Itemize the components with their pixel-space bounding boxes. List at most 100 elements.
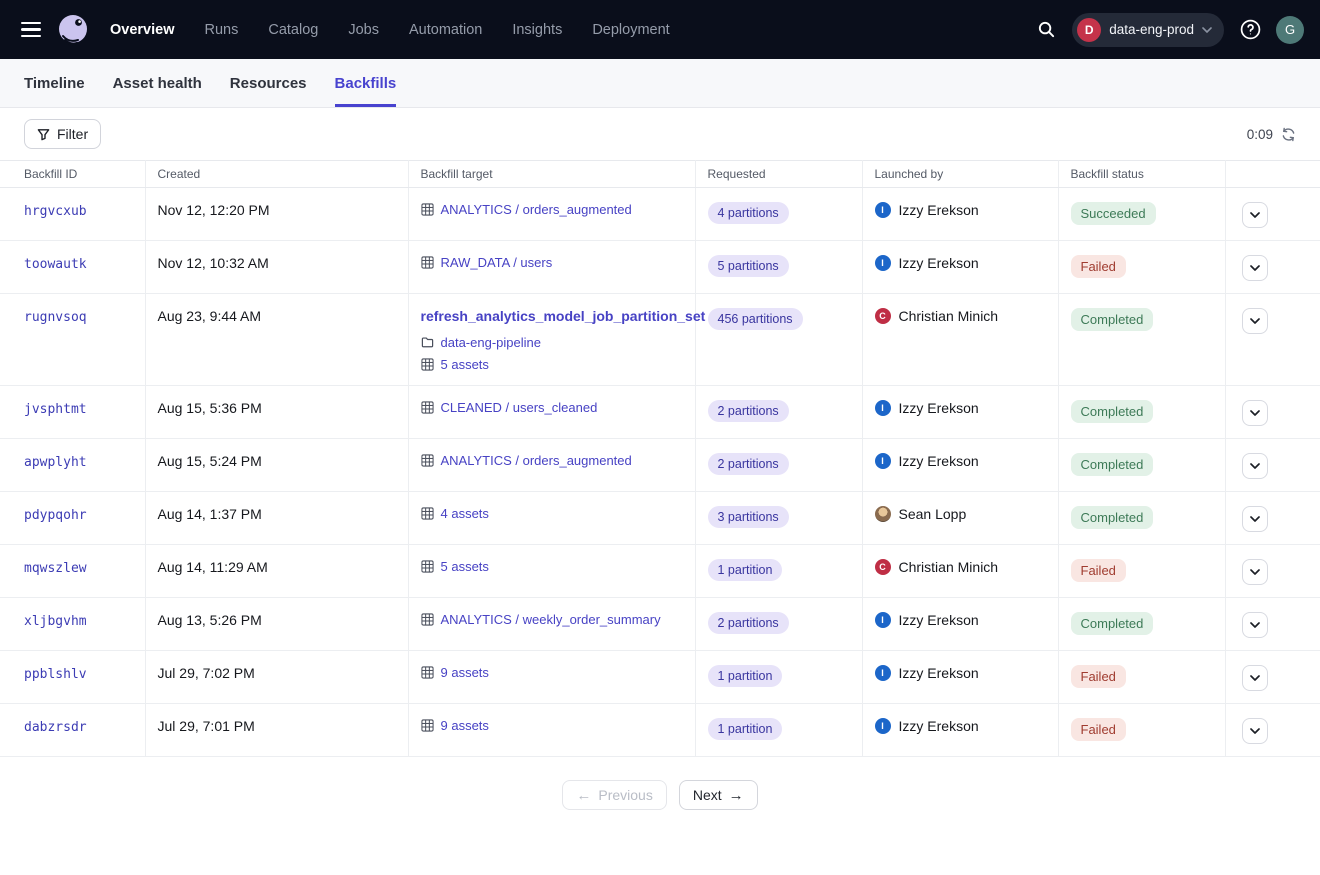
launched-by-cell: IIzzy Erekson <box>862 598 1058 651</box>
status-badge: Completed <box>1071 506 1154 529</box>
refresh-button[interactable] <box>1281 127 1296 142</box>
row-menu-button[interactable] <box>1242 559 1268 585</box>
asset-grid-icon <box>421 666 434 679</box>
deployment-name: data-eng-prod <box>1109 22 1194 37</box>
nav-item-jobs[interactable]: Jobs <box>348 22 379 38</box>
tab-asset-health[interactable]: Asset health <box>113 59 202 107</box>
launched-by-cell: IIzzy Erekson <box>862 386 1058 439</box>
backfill-target-cell: ANALYTICS / weekly_order_summary <box>408 598 695 651</box>
nav-item-overview[interactable]: Overview <box>110 22 175 38</box>
backfill-id-cell: pdypqohr <box>0 492 145 545</box>
asset-target-link[interactable]: RAW_DATA / users <box>421 255 687 270</box>
next-page-button[interactable]: Next → <box>679 780 758 810</box>
backfill-status-cell: Failed <box>1058 651 1225 704</box>
row-menu-button[interactable] <box>1242 308 1268 334</box>
arrow-left-icon: ← <box>576 788 591 803</box>
nav-item-runs[interactable]: Runs <box>205 22 239 38</box>
column-header-blank <box>1225 161 1320 188</box>
asset-target-label: CLEANED / users_cleaned <box>441 400 598 415</box>
help-button[interactable] <box>1234 14 1266 46</box>
chevron-down-icon <box>1250 516 1260 522</box>
tab-backfills[interactable]: Backfills <box>335 59 397 107</box>
table-row: toowautkNov 12, 10:32 AMRAW_DATA / users… <box>0 241 1320 294</box>
backfill-id-link[interactable]: ppblshlv <box>24 667 87 682</box>
search-button[interactable] <box>1030 14 1062 46</box>
row-menu-button[interactable] <box>1242 612 1268 638</box>
partitions-badge: 5 partitions <box>708 255 789 277</box>
row-menu-button[interactable] <box>1242 400 1268 426</box>
nav-item-catalog[interactable]: Catalog <box>268 22 318 38</box>
nav-item-deployment[interactable]: Deployment <box>592 22 669 38</box>
asset-target-link[interactable]: ANALYTICS / orders_augmented <box>421 453 687 468</box>
backfill-id-link[interactable]: hrgvcxub <box>24 204 87 219</box>
asset-target-link[interactable]: ANALYTICS / weekly_order_summary <box>421 612 687 627</box>
nav-item-insights[interactable]: Insights <box>512 22 562 38</box>
backfill-target-cell: 9 assets <box>408 651 695 704</box>
asset-target-link[interactable]: 5 assets <box>421 559 687 574</box>
row-menu-button[interactable] <box>1242 255 1268 281</box>
backfill-id-link[interactable]: pdypqohr <box>24 508 87 523</box>
backfill-id-link[interactable]: jvsphtmt <box>24 402 87 417</box>
dagster-logo-icon[interactable] <box>54 11 92 49</box>
backfill-id-link[interactable]: apwplyht <box>24 455 87 470</box>
asset-target-link[interactable]: 9 assets <box>421 718 687 733</box>
requested-cell: 1 partition <box>695 545 862 598</box>
backfill-target-cell: refresh_analytics_model_job_partition_se… <box>408 294 695 386</box>
backfill-status-cell: Failed <box>1058 545 1225 598</box>
row-menu-button[interactable] <box>1242 202 1268 228</box>
backfill-id-cell: xljbgvhm <box>0 598 145 651</box>
asset-target-link[interactable]: CLEANED / users_cleaned <box>421 400 687 415</box>
status-badge: Succeeded <box>1071 202 1156 225</box>
launched-by-name: Christian Minich <box>899 308 999 324</box>
asset-target-label: ANALYTICS / weekly_order_summary <box>441 612 661 627</box>
target-detail-line[interactable]: data-eng-pipeline <box>421 335 687 350</box>
user-initial-avatar: I <box>875 453 891 469</box>
asset-target-link[interactable]: 4 assets <box>421 506 687 521</box>
user-initial-avatar: I <box>875 202 891 218</box>
backfill-status-cell: Succeeded <box>1058 188 1225 241</box>
created-cell: Aug 15, 5:36 PM <box>145 386 408 439</box>
filter-button[interactable]: Filter <box>24 119 101 149</box>
backfill-id-link[interactable]: dabzrsdr <box>24 720 87 735</box>
created-cell: Jul 29, 7:02 PM <box>145 651 408 704</box>
user-avatar[interactable]: G <box>1276 16 1304 44</box>
row-actions-cell <box>1225 241 1320 294</box>
row-actions-cell <box>1225 545 1320 598</box>
created-cell: Aug 14, 1:37 PM <box>145 492 408 545</box>
launched-by-cell: IIzzy Erekson <box>862 704 1058 757</box>
backfill-id-link[interactable]: mqwszlew <box>24 561 87 576</box>
previous-page-button[interactable]: ← Previous <box>562 780 666 810</box>
asset-target-link[interactable]: ANALYTICS / orders_augmented <box>421 202 687 217</box>
requested-cell: 5 partitions <box>695 241 862 294</box>
row-menu-button[interactable] <box>1242 718 1268 744</box>
backfill-id-link[interactable]: xljbgvhm <box>24 614 87 629</box>
backfill-target-cell: 5 assets <box>408 545 695 598</box>
filter-funnel-icon <box>37 128 50 141</box>
row-menu-button[interactable] <box>1242 453 1268 479</box>
backfill-id-cell: apwplyht <box>0 439 145 492</box>
status-badge: Failed <box>1071 665 1126 688</box>
job-partition-set-link[interactable]: refresh_analytics_model_job_partition_se… <box>421 308 706 324</box>
backfill-id-link[interactable]: toowautk <box>24 257 87 272</box>
row-menu-button[interactable] <box>1242 665 1268 691</box>
row-menu-button[interactable] <box>1242 506 1268 532</box>
user-initial-avatar: C <box>875 308 891 324</box>
backfill-id-link[interactable]: rugnvsoq <box>24 310 87 325</box>
tab-resources[interactable]: Resources <box>230 59 307 107</box>
created-cell: Jul 29, 7:01 PM <box>145 704 408 757</box>
table-row: pdypqohrAug 14, 1:37 PM4 assets3 partiti… <box>0 492 1320 545</box>
target-detail-line[interactable]: 5 assets <box>421 357 687 372</box>
arrow-right-icon: → <box>729 788 744 803</box>
partitions-badge: 1 partition <box>708 665 783 687</box>
folder-icon <box>421 336 434 349</box>
next-page-label: Next <box>693 787 722 803</box>
deployment-switcher[interactable]: D data-eng-prod <box>1072 13 1224 47</box>
asset-target-link[interactable]: 9 assets <box>421 665 687 680</box>
nav-item-automation[interactable]: Automation <box>409 22 482 38</box>
table-header-row: Backfill IDCreatedBackfill targetRequest… <box>0 161 1320 188</box>
tab-timeline[interactable]: Timeline <box>24 59 85 107</box>
status-badge: Completed <box>1071 612 1154 635</box>
backfill-status-cell: Completed <box>1058 492 1225 545</box>
menu-button[interactable] <box>16 15 46 45</box>
previous-page-label: Previous <box>598 787 652 803</box>
